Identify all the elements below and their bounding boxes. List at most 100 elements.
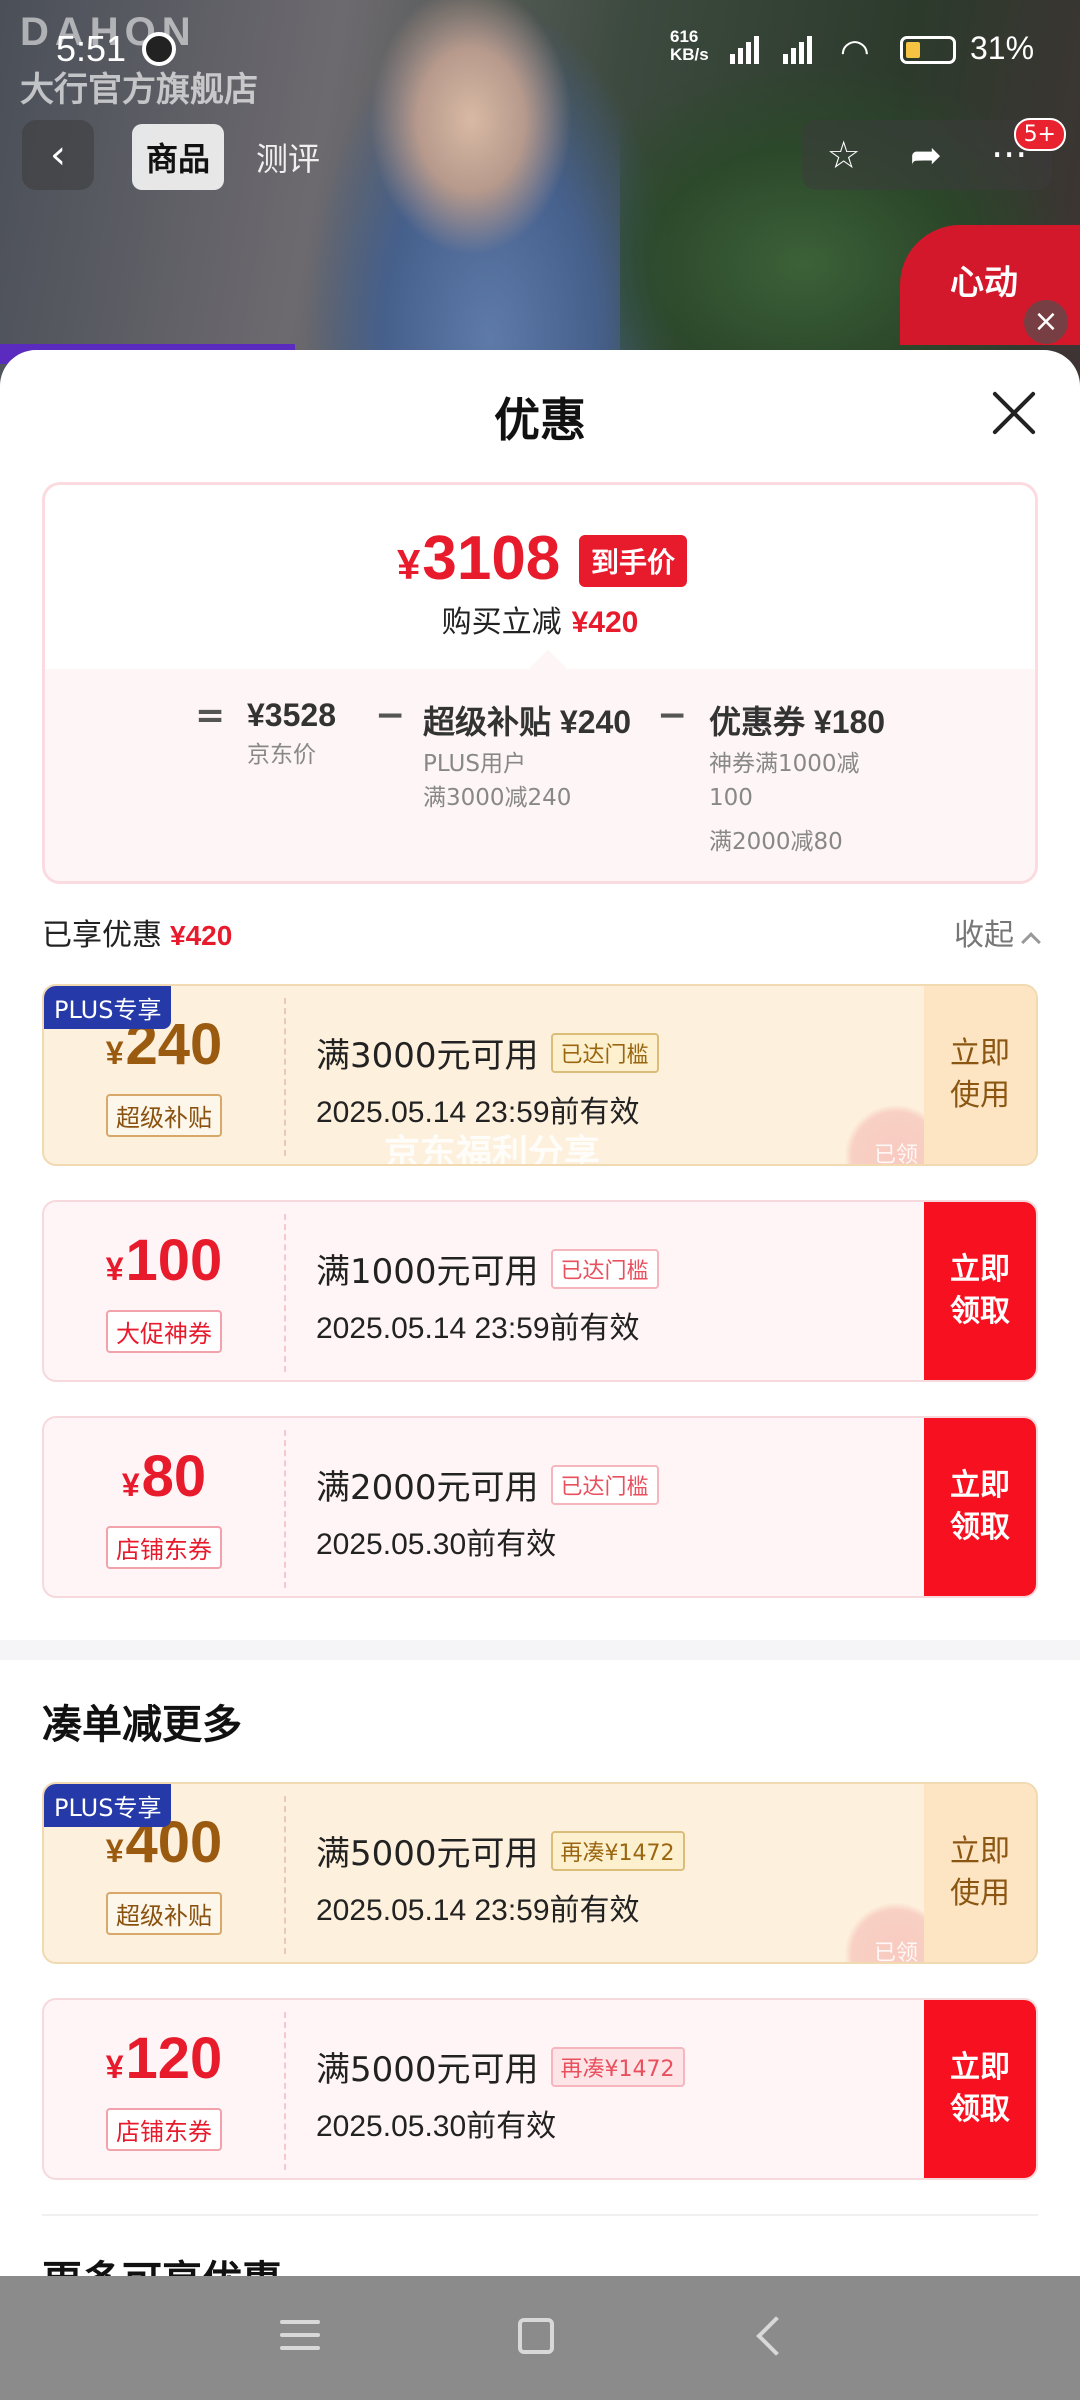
- section-divider: [42, 2214, 1038, 2216]
- section-title-more-available: 更多可享优惠: [42, 2248, 282, 2276]
- claim-now-button[interactable]: 立即 领取: [924, 1418, 1036, 1596]
- instant-cut-amount: ¥420: [571, 606, 639, 639]
- action-line-2: 领取: [950, 1510, 1010, 1545]
- minus-sign: −: [375, 695, 406, 736]
- coupon-currency: ¥: [105, 1250, 124, 1287]
- final-price: ¥3108: [397, 523, 560, 594]
- product-nav-bar: ‹ 商品 测评 ☆ ➦ ···: [0, 120, 1080, 190]
- coupon-condition: 满1000元可用 已达门槛: [316, 1244, 659, 1293]
- coupon-condition-text: 满5000元可用: [316, 2050, 539, 2090]
- coupon-details: 满3000元可用 已达门槛 2025.05.14 23:59前有效: [316, 1028, 659, 1131]
- section-title-more-savings: 凑单减更多: [42, 1702, 242, 1748]
- final-price-value: 3108: [422, 524, 561, 593]
- coupon-expiry: 2025.05.14 23:59前有效: [316, 1312, 640, 1345]
- action-line-1: 立即: [950, 1834, 1010, 1869]
- coupon-value-area: ¥80 店铺东券: [44, 1418, 284, 1596]
- price-summary-card: ¥3108 到手价 购买立减 ¥420 = ¥3528 京东价 − 超级补贴 ¥2…: [42, 482, 1038, 884]
- tab-review[interactable]: 测评: [242, 124, 334, 190]
- jd-price-label: 京东价: [247, 742, 316, 768]
- coupon-card: ¥80 店铺东券 满2000元可用 已达门槛 2025.05.30前有效 立即领取: [42, 1416, 1038, 1598]
- breakdown-subsidy: 超级补贴 ¥240 PLUS用户 满3000减240: [423, 697, 631, 815]
- coupon-condition-text: 满1000元可用: [316, 1252, 539, 1292]
- promo-float-text: 心动: [950, 263, 1018, 303]
- sheet-title: 优惠: [494, 393, 586, 447]
- add-more-badge: 再凑¥1472: [550, 1830, 685, 1871]
- coupon-currency: ¥: [105, 1034, 124, 1071]
- coupon-divider: [284, 1430, 286, 1588]
- share-icon[interactable]: ➦: [910, 133, 942, 177]
- claim-now-button[interactable]: 立即 领取: [924, 1202, 1036, 1380]
- action-line-1: 立即: [950, 1036, 1010, 1071]
- coupon-amount: 100: [125, 1227, 223, 1293]
- coupon-card: ¥400 超级补贴 PLUS专享 满5000元可用 再凑¥1472 2025.05…: [42, 1782, 1038, 1964]
- coupon-condition: 满5000元可用 再凑¥1472: [316, 2042, 685, 2091]
- back-button[interactable]: ‹: [22, 120, 94, 190]
- final-price-tag: 到手价: [579, 535, 688, 587]
- subsidy-rule: 满3000减240: [423, 785, 572, 811]
- coupon-rule-1: 神券满1000减: [709, 751, 860, 777]
- battery-icon: [900, 36, 956, 64]
- coupon-card: ¥120 店铺东券 满5000元可用 再凑¥1472 2025.05.30前有效 …: [42, 1998, 1038, 2180]
- close-icon[interactable]: [990, 388, 1040, 438]
- coupon-currency: ¥: [121, 1466, 140, 1503]
- coupon-condition: 满5000元可用 再凑¥1472: [316, 1826, 685, 1875]
- coupon-details: 满5000元可用 再凑¥1472 2025.05.14 23:59前有效: [316, 1826, 685, 1929]
- threshold-badge: 已达门槛: [550, 1032, 659, 1073]
- add-more-badge: 再凑¥1472: [550, 2046, 685, 2087]
- coupon-condition: 满2000元可用 已达门槛: [316, 1460, 659, 1509]
- battery-percent: 31%: [970, 30, 1035, 66]
- system-navigation-bar: [0, 2276, 1080, 2400]
- net-speed: 616 KB/s: [670, 28, 709, 64]
- coupon-amount: 120: [125, 2025, 223, 2091]
- menu-icon[interactable]: [280, 2320, 320, 2359]
- coupon-condition-text: 满5000元可用: [316, 1834, 539, 1874]
- coupon-expiry: 2025.05.30前有效: [316, 1528, 557, 1561]
- use-now-button[interactable]: 立即 使用: [924, 986, 1036, 1164]
- coupon-rule-1-cont: 100: [709, 785, 753, 811]
- coupon-divider: [284, 1214, 286, 1372]
- favorite-star-icon[interactable]: ☆: [827, 133, 861, 177]
- coupon-divider: [284, 2012, 286, 2170]
- action-line-1: 立即: [950, 1468, 1010, 1503]
- claim-now-button[interactable]: 立即 领取: [924, 2000, 1036, 2178]
- enjoyed-discounts-header: 已享优惠 ¥420 收起: [42, 910, 1041, 960]
- enjoyed-amount: ¥420: [170, 920, 233, 951]
- action-line-2: 领取: [950, 1294, 1010, 1329]
- plus-exclusive-tag: PLUS专享: [44, 986, 172, 1029]
- discount-sheet: 优惠 ¥3108 到手价 购买立减 ¥420 = ¥3528 京东价 − 超级补贴…: [0, 350, 1080, 2276]
- threshold-badge: 已达门槛: [550, 1464, 659, 1505]
- breakdown-coupon: 优惠券 ¥180 神券满1000减 100 满2000减80: [709, 697, 885, 859]
- coupon-value: ¥100: [105, 1227, 223, 1300]
- tab-product[interactable]: 商品: [132, 124, 225, 190]
- coupon-value-area: ¥100 大促神券: [44, 1202, 284, 1380]
- coupon-amount: 80: [141, 1443, 207, 1509]
- clock-icon: [142, 32, 176, 66]
- notification-badge: 5+: [1013, 118, 1066, 151]
- coupon-expiry: 2025.05.30前有效: [316, 2110, 557, 2143]
- currency-symbol: ¥: [397, 541, 421, 588]
- signal-icons: [730, 32, 812, 64]
- use-now-button[interactable]: 立即 使用: [924, 1784, 1036, 1962]
- signal-icon: [783, 32, 812, 64]
- collapse-button[interactable]: 收起: [954, 910, 1041, 954]
- coupon-currency: ¥: [105, 2048, 124, 2085]
- home-icon[interactable]: [518, 2318, 554, 2354]
- watermark-text: 京东福利分享: [384, 1133, 601, 1166]
- minus-sign: −: [657, 695, 688, 736]
- action-line-1: 立即: [950, 1252, 1010, 1287]
- enjoyed-label: 已享优惠 ¥420: [42, 910, 1038, 954]
- coupon-value: ¥120: [105, 2025, 223, 2098]
- coupon-details: 满2000元可用 已达门槛 2025.05.30前有效: [316, 1460, 659, 1563]
- coupon-type: 大促神券: [106, 1309, 222, 1353]
- coupon-condition-text: 满3000元可用: [316, 1036, 539, 1076]
- coupon-type: 店铺东券: [106, 2107, 222, 2151]
- coupon-type: 店铺东券: [106, 1525, 222, 1569]
- action-line-2: 使用: [950, 1078, 1010, 1113]
- back-icon[interactable]: [756, 2316, 796, 2356]
- jd-price-value: ¥3528: [247, 697, 336, 733]
- coupon-card: ¥240 超级补贴 PLUS专享 满3000元可用 已达门槛 2025.05.14…: [42, 984, 1038, 1166]
- threshold-badge: 已达门槛: [550, 1248, 659, 1289]
- promo-close-icon[interactable]: ×: [1024, 300, 1068, 344]
- net-speed-value: 616: [670, 27, 699, 46]
- action-line-2: 领取: [950, 2092, 1010, 2127]
